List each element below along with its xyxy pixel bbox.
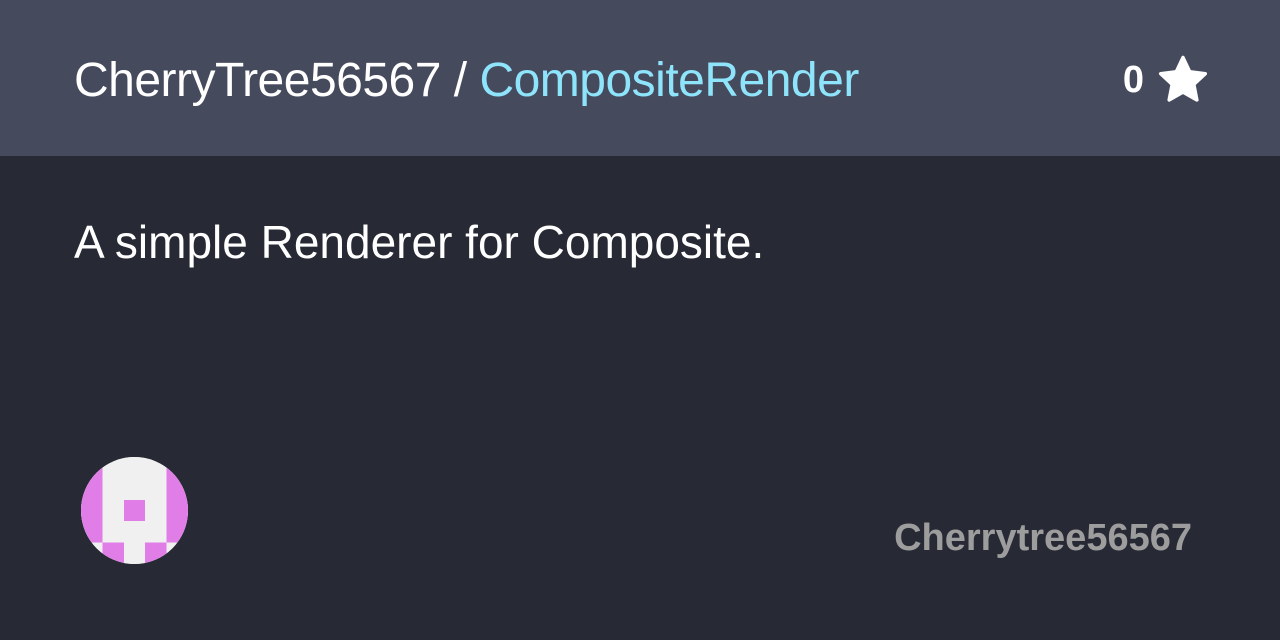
repo-owner[interactable]: CherryTree56567	[74, 54, 441, 107]
repo-name[interactable]: CompositeRender	[479, 54, 859, 107]
repo-path[interactable]: CherryTree56567 / CompositeRender	[74, 54, 859, 108]
header-bar: CherryTree56567 / CompositeRender 0	[0, 0, 1280, 156]
owner-username[interactable]: Cherrytree56567	[894, 515, 1192, 561]
avatar[interactable]	[81, 457, 188, 564]
identicon-avatar	[81, 457, 188, 564]
path-separator: /	[440, 54, 480, 107]
social-preview-card: CherryTree56567 / CompositeRender 0 A si…	[0, 0, 1280, 640]
star-icon	[1158, 55, 1208, 102]
star-count: 0	[1122, 58, 1144, 101]
repo-description: A simple Renderer for Composite.	[74, 216, 765, 268]
star-counter[interactable]: 0	[1123, 52, 1210, 108]
